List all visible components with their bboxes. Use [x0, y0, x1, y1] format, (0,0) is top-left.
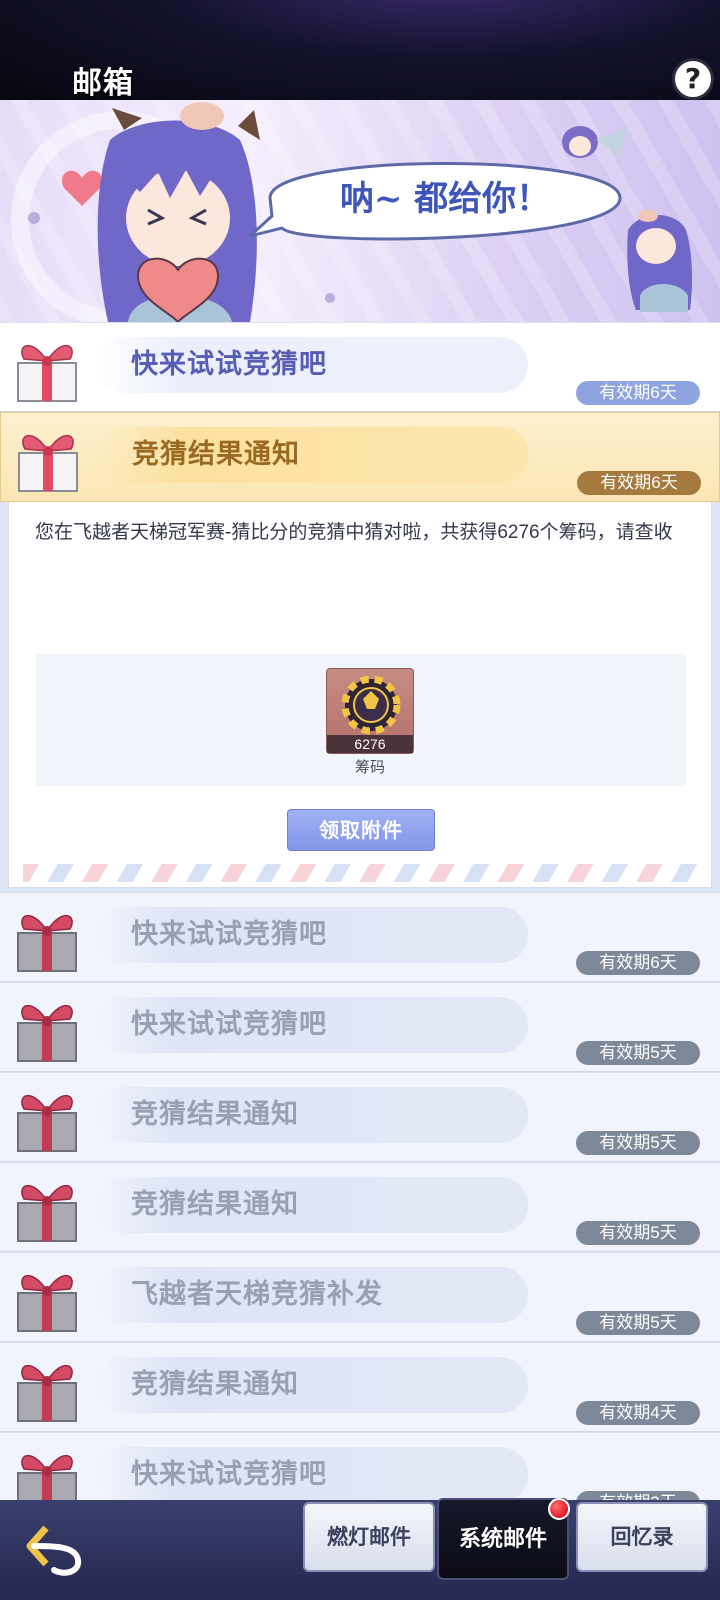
mail-item[interactable]: 快来试试竞猜吧 有效期5天	[0, 982, 720, 1072]
attachment-name: 筹码	[354, 759, 385, 776]
attachment-count: 6276	[327, 735, 413, 753]
attachment-area: 6276 筹码	[36, 654, 686, 786]
gift-box-icon	[17, 1185, 77, 1242]
gift-box-icon	[17, 1365, 77, 1422]
chibi-girl-illustration: 呐~ 都给你！	[11, 102, 693, 322]
expiry-badge: 有效期6天	[576, 381, 700, 405]
tab-lamp-mail[interactable]: 燃灯邮件	[303, 1502, 435, 1572]
mail-item[interactable]: 快来试试竞猜吧 有效期6天	[0, 892, 720, 982]
bottom-tab-bar: 燃灯邮件 系统邮件 回忆录	[0, 1498, 720, 1600]
page-title: 邮箱	[72, 66, 134, 101]
attachment-item[interactable]: 6276	[326, 668, 414, 754]
mailbox-banner: 呐~ 都给你！	[0, 100, 720, 322]
mail-item[interactable]: 竞猜结果通知 有效期5天	[0, 1072, 720, 1162]
mail-title: 快来试试竞猜吧	[131, 919, 327, 950]
mail-item-selected[interactable]: 竞猜结果通知 有效期6天	[0, 412, 720, 502]
expiry-badge: 有效期6天	[577, 471, 701, 495]
mail-title: 飞越者天梯竞猜补发	[131, 1279, 383, 1310]
gift-box-icon	[17, 345, 77, 402]
chip-icon	[341, 675, 401, 735]
back-arrow-icon[interactable]	[24, 1522, 86, 1580]
gift-box-icon	[17, 1005, 77, 1062]
expiry-badge: 有效期5天	[576, 1311, 700, 1335]
expiry-badge: 有效期5天	[576, 1131, 700, 1155]
airmail-divider	[23, 864, 699, 882]
expiry-badge: 有效期5天	[576, 1221, 700, 1245]
mail-title: 竞猜结果通知	[132, 439, 300, 470]
mail-title: 竞猜结果通知	[131, 1099, 299, 1130]
mail-title: 快来试试竞猜吧	[131, 349, 327, 380]
mail-content-text: 您在飞越者天梯冠军赛-猜比分的竞猜中猜对啦，共获得6276个筹码，请查收	[35, 522, 673, 543]
banner-speech-text: 呐~ 都给你！	[340, 179, 550, 219]
notification-dot	[548, 1498, 570, 1520]
help-button[interactable]: ?	[672, 58, 714, 100]
mail-item[interactable]: 竞猜结果通知 有效期5天	[0, 1162, 720, 1252]
mail-title: 竞猜结果通知	[131, 1369, 299, 1400]
mail-title: 竞猜结果通知	[131, 1189, 299, 1220]
mail-item[interactable]: 飞越者天梯竞猜补发 有效期5天	[0, 1252, 720, 1342]
expiry-badge: 有效期4天	[576, 1401, 700, 1425]
mail-title: 快来试试竞猜吧	[131, 1009, 327, 1040]
claim-attachment-button[interactable]: 领取附件	[287, 809, 435, 851]
gift-box-icon	[17, 1275, 77, 1332]
top-header: 邮箱 ?	[0, 0, 720, 101]
gift-box-icon	[17, 915, 77, 972]
mail-detail-panel: 您在飞越者天梯冠军赛-猜比分的竞猜中猜对啦，共获得6276个筹码，请查收 627…	[8, 502, 712, 888]
tab-memoir[interactable]: 回忆录	[576, 1502, 708, 1572]
gift-box-icon	[17, 1095, 77, 1152]
mail-title: 快来试试竞猜吧	[131, 1459, 327, 1490]
mail-item[interactable]: 竞猜结果通知 有效期4天	[0, 1342, 720, 1432]
gift-box-icon	[18, 435, 78, 492]
mail-item[interactable]: 快来试试竞猜吧 有效期6天	[0, 322, 720, 412]
expiry-badge: 有效期6天	[576, 951, 700, 975]
expiry-badge: 有效期5天	[576, 1041, 700, 1065]
